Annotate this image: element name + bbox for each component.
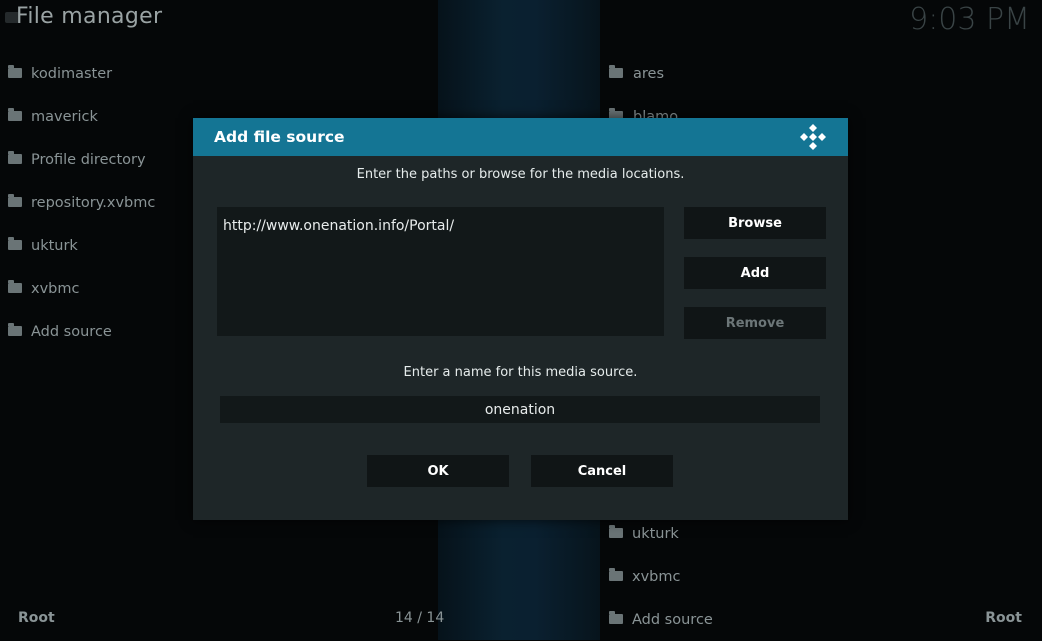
folder-icon: [8, 193, 22, 207]
folder-icon: [8, 236, 22, 250]
add-source-item[interactable]: Add source: [609, 598, 713, 641]
dialog-title: Add file source: [214, 128, 345, 146]
list-item-label: Profile directory: [31, 151, 146, 168]
cancel-button[interactable]: Cancel: [531, 455, 673, 487]
folder-icon: [8, 279, 22, 293]
folder-icon: [8, 150, 22, 164]
list-item[interactable]: xvbmc: [609, 555, 713, 598]
remove-button[interactable]: Remove: [684, 307, 826, 339]
dialog-header: Add file source: [193, 118, 848, 156]
add-button[interactable]: Add: [684, 257, 826, 289]
list-item[interactable]: maverick: [8, 95, 155, 138]
page-title: File manager: [16, 4, 163, 29]
list-item-label: ukturk: [31, 237, 78, 254]
browse-button[interactable]: Browse: [684, 207, 826, 239]
add-file-source-dialog: Add file source Enter the paths or brows…: [193, 118, 848, 520]
item-count: 14 / 14: [395, 610, 445, 626]
clock: 9:03 PM: [909, 2, 1030, 37]
folder-icon: [8, 107, 22, 121]
list-item-label: Add source: [632, 611, 713, 628]
list-item-label: xvbmc: [31, 280, 80, 297]
right-file-list-bottom: ukturk xvbmc Add source: [609, 512, 713, 641]
list-item-label: xvbmc: [632, 568, 681, 585]
folder-icon: [609, 64, 623, 78]
paths-list[interactable]: http://www.onenation.info/Portal/: [217, 207, 664, 336]
ok-button[interactable]: OK: [367, 455, 509, 487]
paths-instruction: Enter the paths or browse for the media …: [356, 167, 685, 182]
folder-icon: [8, 64, 22, 78]
folder-icon: [609, 567, 623, 581]
left-file-list: kodimaster maverick Profile directory re…: [8, 52, 155, 353]
kodi-logo-icon: [800, 124, 826, 150]
source-name-field[interactable]: onenation: [220, 396, 820, 423]
list-item[interactable]: ukturk: [8, 224, 155, 267]
list-item-label: maverick: [31, 108, 98, 125]
list-item[interactable]: kodimaster: [8, 52, 155, 95]
path-entry[interactable]: http://www.onenation.info/Portal/: [223, 218, 664, 234]
list-item[interactable]: Profile directory: [8, 138, 155, 181]
add-source-item[interactable]: Add source: [8, 310, 155, 353]
footer-path-left: Root: [18, 610, 55, 626]
list-item-label: repository.xvbmc: [31, 194, 156, 211]
footer-path-right: Root: [985, 610, 1022, 626]
list-item-label: ares: [633, 65, 665, 82]
list-item[interactable]: xvbmc: [8, 267, 155, 310]
name-instruction: Enter a name for this media source.: [403, 365, 638, 380]
list-item[interactable]: ares: [609, 52, 678, 95]
folder-icon: [609, 610, 623, 624]
list-item[interactable]: repository.xvbmc: [8, 181, 155, 224]
list-item-label: Add source: [31, 323, 112, 340]
folder-icon: [8, 322, 22, 336]
list-item-label: kodimaster: [31, 65, 113, 82]
list-item-label: ukturk: [632, 525, 679, 542]
folder-icon: [609, 524, 623, 538]
